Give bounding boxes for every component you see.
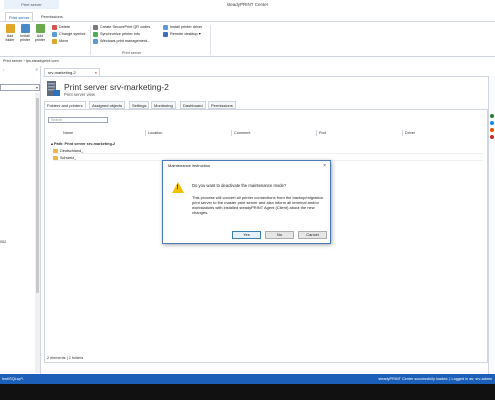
ribbon-separator [90, 25, 91, 55]
tree-panel: ‹ ≡ ▾ 052 [0, 66, 41, 374]
column-header-port[interactable]: Port [319, 130, 326, 136]
qr-code-icon [93, 24, 98, 30]
change-symbol-label: Change symbol [59, 32, 86, 36]
close-icon[interactable]: × [95, 69, 97, 76]
document-tab-label: srv-marketing-2 [48, 70, 76, 75]
group-row-label: Path: Print server srv-marketing-2 [53, 142, 116, 146]
tab-settings[interactable]: Settings [129, 101, 150, 109]
yes-button[interactable]: Yes [232, 231, 261, 239]
install-printer-driver-button[interactable]: Install printer driver [163, 24, 202, 30]
window-title: steadyPRINT Center [226, 2, 269, 7]
column-header-name[interactable]: Name [63, 130, 73, 136]
install-printer-driver-label: Install printer driver [170, 25, 203, 29]
install-printer-button[interactable]: Install printer [18, 24, 32, 42]
create-qr-codes-label: Create SecurePrint QR codes [100, 25, 151, 29]
column-separator[interactable] [145, 130, 146, 136]
right-side-panel [488, 76, 495, 374]
maintenance-dialog: Maintenance instruction × ! Do you want … [162, 160, 331, 244]
remote-desktop-icon [163, 31, 168, 37]
ribbon-group-label: Print server [122, 51, 142, 55]
ribbon-separator [210, 25, 211, 55]
remote-desktop-label: Remote desktop [170, 32, 198, 36]
grid-search-input[interactable]: Search [48, 117, 108, 123]
taskbar [0, 384, 495, 400]
windows-print-management-label: Windows print management... [100, 39, 151, 43]
delete-label: Delete [59, 25, 70, 29]
driver-icon [163, 24, 168, 30]
group-row[interactable]: ▴ Path: Print server srv-marketing-2 [51, 141, 115, 146]
status-dot-icon [490, 114, 494, 118]
synchronize-printer-info-label: Synchronize printer info [100, 32, 140, 36]
close-icon[interactable]: × [323, 161, 326, 171]
windows-print-management-button[interactable]: Windows print management... [93, 38, 150, 44]
move-label: Move [59, 39, 69, 43]
status-dot-icon [490, 128, 494, 132]
status-dot-icon [490, 121, 494, 125]
title-bar: Print server steadyPRINT Center [0, 0, 495, 9]
ribbon-tabs: Print server Permissions [0, 12, 495, 21]
column-separator[interactable] [316, 130, 317, 136]
panel-menu-icon[interactable]: ≡ [36, 67, 38, 72]
create-qr-codes-button[interactable]: Create SecurePrint QR codes [93, 24, 150, 30]
tree-item-fragment: 052 [0, 240, 7, 244]
row-name: Schweiz_ [60, 156, 77, 160]
folder-icon [53, 156, 58, 160]
scrollbar-thumb[interactable] [36, 98, 39, 293]
install-printer-icon [20, 24, 30, 33]
add-printer-icon [35, 24, 45, 33]
sync-icon [93, 31, 98, 37]
tree-search-input[interactable]: ▾ [0, 84, 40, 91]
dialog-question: Do you want to deactivate the maintenanc… [192, 183, 287, 188]
add-printer-button[interactable]: Add printer [33, 24, 47, 42]
delete-button[interactable]: Delete [52, 24, 70, 30]
folder-icon [53, 149, 58, 153]
cancel-button[interactable]: Cancel [298, 231, 327, 239]
change-symbol-button[interactable]: Change symbol [52, 31, 85, 37]
dialog-message: This process will convert all printer co… [192, 195, 323, 215]
element-count: 2 elements | 2 folders [47, 356, 84, 360]
row-name: Deutschland_ [60, 149, 84, 153]
tab-assigned-objects[interactable]: Assigned objects [89, 101, 126, 109]
breadcrumb[interactable]: Print server › tps.steadyprint.com [0, 58, 495, 64]
synchronize-printer-info-button[interactable]: Synchronize printer info [93, 31, 140, 37]
page-subtitle: Print server view [64, 92, 95, 97]
column-separator[interactable] [231, 130, 232, 136]
status-right: steadyPRINT Center successfully loaded. … [378, 377, 492, 381]
add-folder-label: Add folder [5, 34, 15, 42]
chevron-down-icon[interactable]: ▾ [36, 85, 38, 91]
tab-print-server[interactable]: Print server [5, 12, 34, 21]
exclamation-icon: ! [176, 185, 179, 191]
column-header-comment[interactable]: Comment [234, 130, 250, 136]
column-header-location[interactable]: Location [148, 130, 162, 136]
add-folder-icon [5, 24, 15, 33]
tab-permissions[interactable]: Permissions [208, 101, 236, 109]
add-folder-button[interactable]: Add folder [3, 24, 17, 42]
ribbon: Add folder Install printer Add printer D… [0, 21, 495, 57]
delete-icon [52, 24, 57, 30]
status-bar: Inst\SQLsp*\ steadyPRINT Center successf… [0, 374, 495, 384]
move-button[interactable]: Move [52, 38, 68, 44]
tab-monitoring[interactable]: Monitoring [151, 101, 176, 109]
status-left: Inst\SQLsp*\ [2, 377, 24, 381]
column-separator[interactable] [402, 130, 403, 136]
page-title: Print server srv-marketing-2 [64, 82, 169, 92]
status-dot-icon [490, 135, 494, 139]
tab-folders-and-printers[interactable]: Folders and printers [44, 101, 86, 109]
column-header-driver[interactable]: Driver [405, 130, 415, 136]
change-symbol-icon [52, 31, 57, 37]
install-printer-label: Install printer [19, 34, 31, 42]
print-management-icon [93, 38, 98, 44]
tree-scrollbar[interactable] [35, 93, 40, 373]
tab-dashboard[interactable]: Dashboard [180, 101, 206, 109]
server-icon [47, 81, 60, 96]
dialog-title: Maintenance instruction [168, 163, 211, 168]
add-printer-label: Add printer [34, 34, 46, 42]
collapse-icon[interactable]: ‹ [3, 67, 4, 72]
document-tab[interactable]: srv-marketing-2 × [44, 68, 100, 76]
tab-permissions[interactable]: Permissions [38, 12, 66, 21]
move-icon [52, 38, 57, 44]
no-button[interactable]: No [265, 231, 294, 239]
remote-desktop-button[interactable]: Remote desktop ▾ [163, 31, 201, 37]
table-row[interactable]: Deutschland_ [53, 148, 483, 154]
